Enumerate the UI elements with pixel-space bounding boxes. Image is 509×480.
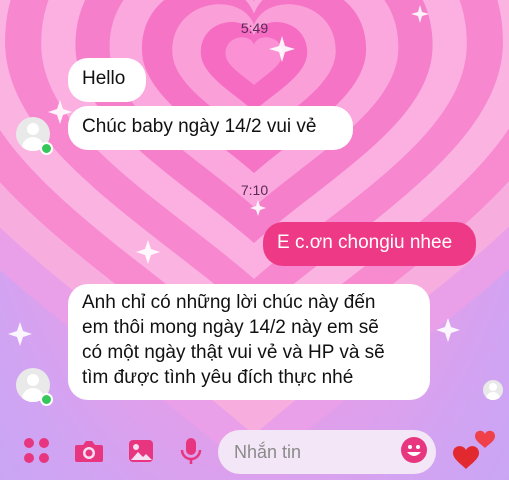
message-bubble-incoming[interactable]: Anh chỉ có những lời chúc này đến em thô… — [68, 284, 430, 400]
message-line: em thôi mong ngày 14/2 này em sẽ — [82, 317, 379, 338]
message-bubble-incoming[interactable]: Chúc baby ngày 14/2 vui vẻ — [68, 106, 353, 150]
hearts-icon[interactable] — [452, 428, 500, 474]
message-line: Anh chỉ có những lời chúc này đến — [82, 292, 376, 313]
timestamp: 7:10 — [240, 182, 269, 198]
online-status-dot — [40, 393, 53, 406]
seen-avatar — [483, 380, 503, 400]
gallery-icon[interactable] — [126, 436, 156, 466]
avatar-head — [27, 374, 39, 386]
avatar-body — [486, 392, 500, 400]
emoji-icon[interactable] — [400, 436, 428, 464]
message-line: tìm được tình yêu đích thực nhé — [82, 367, 354, 388]
timestamp: 5:49 — [240, 20, 269, 36]
message-bubble-outgoing[interactable]: E c.ơn chongiu nhee — [263, 222, 476, 266]
chat-screen: 5:49 Hello Chúc baby ngày 14/2 vui vẻ 7:… — [0, 0, 509, 480]
sparkle-icon — [8, 322, 32, 346]
avatar-head — [27, 123, 39, 135]
apps-grid-icon[interactable] — [22, 436, 52, 466]
online-status-dot — [40, 142, 53, 155]
message-line: có một ngày thật vui vẻ và HP và sẽ — [82, 342, 385, 363]
message-input-placeholder: Nhắn tin — [234, 442, 302, 462]
avatar-head — [489, 383, 497, 391]
message-bubble-incoming[interactable]: Hello — [68, 58, 146, 102]
camera-icon[interactable] — [74, 436, 104, 466]
microphone-icon[interactable] — [176, 436, 206, 466]
